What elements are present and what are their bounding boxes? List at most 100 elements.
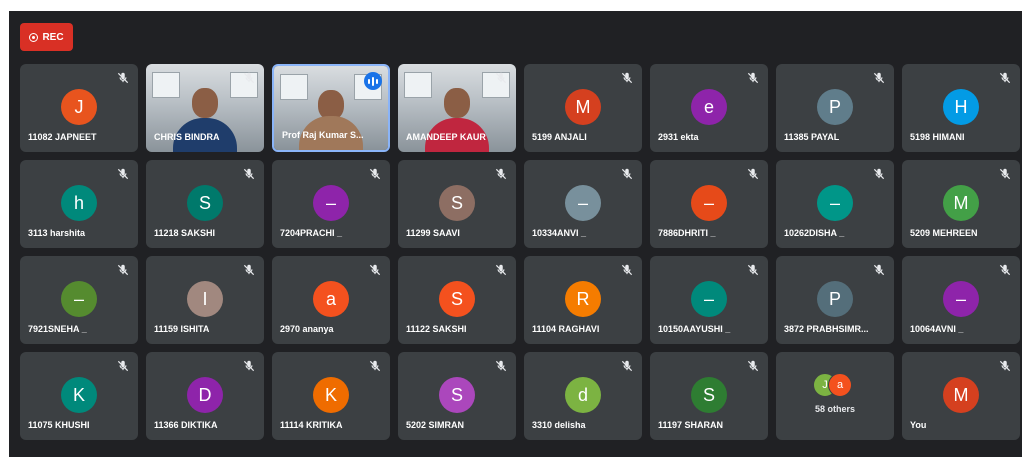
avatar: M: [943, 185, 979, 221]
participant-tile[interactable]: M You: [902, 352, 1020, 440]
avatar: –: [313, 185, 349, 221]
mic-off-icon: [242, 167, 256, 181]
participant-tile[interactable]: S 11299 SAAVI: [398, 160, 516, 248]
avatar: d: [565, 377, 601, 413]
participant-name: 10064AVNI _: [910, 324, 964, 334]
participant-name: 2970 ananya: [280, 324, 334, 334]
participant-tile[interactable]: – 7921SNEHA _: [20, 256, 138, 344]
mic-off-icon: [116, 359, 130, 373]
participant-name: 7921SNEHA _: [28, 324, 87, 334]
participant-name: 11366 DIKTIKA: [154, 420, 218, 430]
participant-name: 11082 JAPNEET: [28, 132, 97, 142]
participant-name: 2931 ekta: [658, 132, 699, 142]
avatar: –: [943, 281, 979, 317]
mic-off-icon: [746, 359, 760, 373]
participant-tile[interactable]: S 11122 SAKSHI: [398, 256, 516, 344]
mic-off-icon: [872, 71, 886, 85]
recording-badge: REC: [20, 23, 73, 51]
mic-off-icon: [746, 71, 760, 85]
participant-name: 11385 PAYAL: [784, 132, 840, 142]
participant-name: 11114 KRITIKA: [280, 420, 343, 430]
mic-off-icon: [998, 359, 1012, 373]
mic-off-icon: [242, 359, 256, 373]
avatar: –: [817, 185, 853, 221]
participant-tile[interactable]: – 10262DISHA _: [776, 160, 894, 248]
participant-name: 11104 RAGHAVI: [532, 324, 600, 334]
avatar: S: [439, 185, 475, 221]
avatar: M: [565, 89, 601, 125]
avatar: –: [691, 281, 727, 317]
participant-tile[interactable]: R 11104 RAGHAVI: [524, 256, 642, 344]
participant-tile[interactable]: J 11082 JAPNEET: [20, 64, 138, 152]
others-avatar: a: [828, 373, 852, 397]
avatar: I: [187, 281, 223, 317]
participant-tile[interactable]: a 2970 ananya: [272, 256, 390, 344]
avatar: –: [565, 185, 601, 221]
participant-tile[interactable]: M 5209 MEHREEN: [902, 160, 1020, 248]
avatar: P: [817, 89, 853, 125]
mic-off-icon: [620, 167, 634, 181]
mic-off-icon: [620, 71, 634, 85]
participant-name: 10150AAYUSHI _: [658, 324, 731, 334]
mic-off-icon: [620, 359, 634, 373]
participant-tile[interactable]: CHRIS BINDRA: [146, 64, 264, 152]
participant-tile[interactable]: K 11114 KRITIKA: [272, 352, 390, 440]
others-tile[interactable]: Ja 58 others: [776, 352, 894, 440]
participant-tile[interactable]: d 3310 delisha: [524, 352, 642, 440]
participant-name: 5209 MEHREEN: [910, 228, 978, 238]
participant-name: Prof Raj Kumar S...: [282, 130, 364, 140]
participant-tile[interactable]: AMANDEEP KAUR: [398, 64, 516, 152]
participant-tile[interactable]: e 2931 ekta: [650, 64, 768, 152]
avatar: S: [439, 377, 475, 413]
participant-tile[interactable]: – 10064AVNI _: [902, 256, 1020, 344]
participant-name: You: [910, 420, 927, 430]
mic-off-icon: [620, 263, 634, 277]
avatar: S: [187, 185, 223, 221]
mic-off-icon: [494, 359, 508, 373]
participant-tile[interactable]: Prof Raj Kumar S...: [272, 64, 390, 152]
participant-tile[interactable]: P 11385 PAYAL: [776, 64, 894, 152]
recording-label: REC: [42, 31, 64, 43]
participant-tile[interactable]: S 11197 SHARAN: [650, 352, 768, 440]
participant-name: 7886DHRITI _: [658, 228, 716, 238]
record-icon: [29, 32, 39, 42]
avatar: K: [61, 377, 97, 413]
participant-name: 3113 harshita: [28, 228, 86, 238]
participant-tile[interactable]: K 11075 KHUSHI: [20, 352, 138, 440]
speaking-indicator-icon: [364, 72, 382, 90]
participant-name: 11075 KHUSHI: [28, 420, 90, 430]
participant-tile[interactable]: H 5198 HIMANI: [902, 64, 1020, 152]
avatar: S: [691, 377, 727, 413]
participant-tile[interactable]: – 10334ANVI _: [524, 160, 642, 248]
participant-name: 3872 PRABHSIMR...: [784, 324, 869, 334]
participant-name: 5199 ANJALI: [532, 132, 587, 142]
avatar: R: [565, 281, 601, 317]
participant-tile[interactable]: P 3872 PRABHSIMR...: [776, 256, 894, 344]
participant-tile[interactable]: h 3113 harshita: [20, 160, 138, 248]
avatar: M: [943, 377, 979, 413]
mic-off-icon: [872, 167, 886, 181]
participant-name: 3310 delisha: [532, 420, 586, 430]
participant-name: 11122 SAKSHI: [406, 324, 467, 334]
participant-tile[interactable]: S 5202 SIMRAN: [398, 352, 516, 440]
participant-name: 10334ANVI _: [532, 228, 587, 238]
participant-tile[interactable]: I 11159 ISHITA: [146, 256, 264, 344]
avatar: D: [187, 377, 223, 413]
participant-name: 11218 SAKSHI: [154, 228, 216, 238]
avatar: J: [61, 89, 97, 125]
participant-tile[interactable]: – 10150AAYUSHI _: [650, 256, 768, 344]
avatar: a: [313, 281, 349, 317]
mic-off-icon: [998, 167, 1012, 181]
avatar: h: [61, 185, 97, 221]
avatar: P: [817, 281, 853, 317]
participant-tile[interactable]: – 7204PRACHI _: [272, 160, 390, 248]
participant-tile[interactable]: M 5199 ANJALI: [524, 64, 642, 152]
participant-name: CHRIS BINDRA: [154, 132, 220, 142]
participant-name: 10262DISHA _: [784, 228, 845, 238]
participant-name: 11159 ISHITA: [154, 324, 210, 334]
participant-tile[interactable]: – 7886DHRITI _: [650, 160, 768, 248]
participant-tile[interactable]: D 11366 DIKTIKA: [146, 352, 264, 440]
participant-tile[interactable]: S 11218 SAKSHI: [146, 160, 264, 248]
mic-off-icon: [998, 263, 1012, 277]
participant-grid: J 11082 JAPNEET CHRIS BINDRA Prof Raj Kumar…: [20, 64, 1020, 440]
